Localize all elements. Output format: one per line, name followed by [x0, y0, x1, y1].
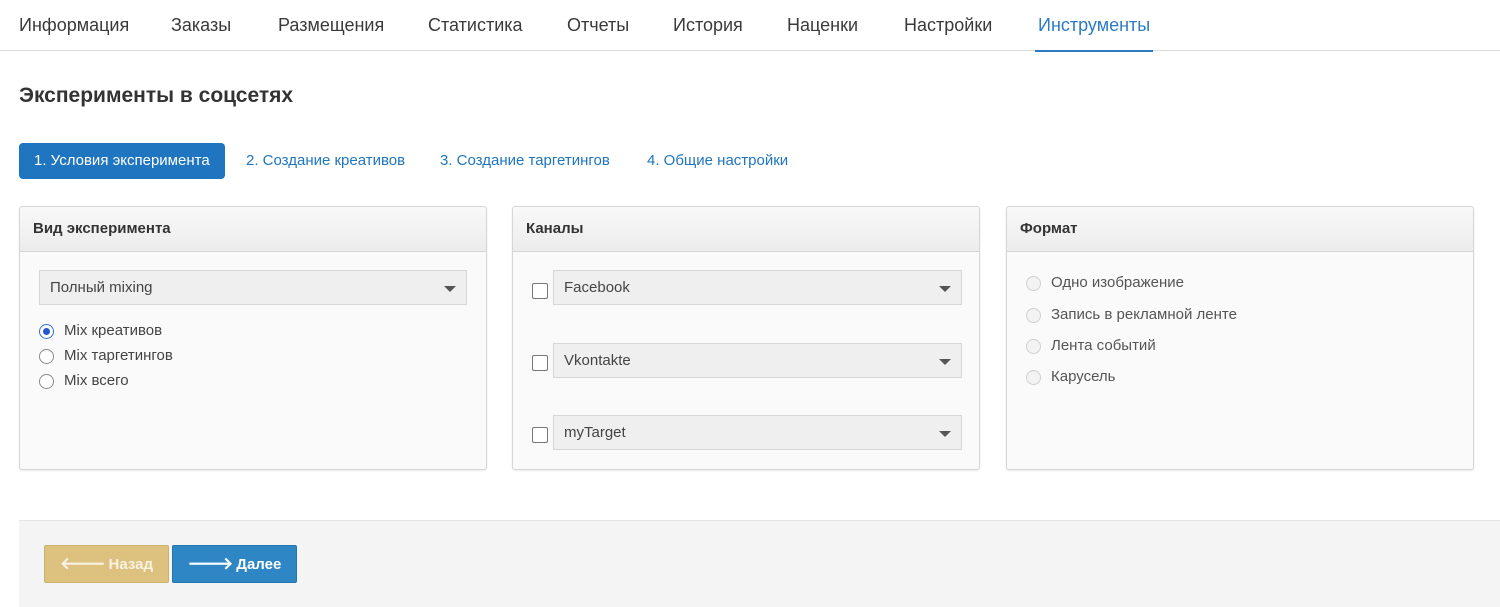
experiment-type-panel: Вид эксперимента Полный mixing Mix креат… — [19, 206, 487, 470]
channel-select-value: Vkontakte — [564, 352, 631, 369]
format-panel: Формат Одно изображение Запись в рекламн… — [1006, 206, 1474, 470]
tab-markups[interactable]: Наценки — [784, 0, 861, 51]
back-button[interactable]: 🡐 Назад — [44, 545, 169, 583]
radio-icon[interactable] — [1026, 308, 1041, 323]
radio-icon[interactable] — [1026, 276, 1041, 291]
chevron-down-icon — [939, 359, 951, 365]
tab-placements[interactable]: Размещения — [275, 0, 387, 51]
channel-select-value: Facebook — [564, 279, 630, 296]
back-button-label: Назад — [108, 556, 154, 573]
radio-label: Mix креативов — [64, 322, 163, 339]
experiment-type-title: Вид эксперимента — [20, 207, 486, 252]
tab-reports[interactable]: Отчеты — [564, 0, 632, 51]
channel-mytarget-checkbox[interactable] — [532, 427, 548, 443]
chevron-down-icon — [444, 286, 456, 292]
next-button-label: Далее — [236, 556, 282, 573]
step-targetings[interactable]: 3. Создание таргетингов — [440, 143, 610, 179]
tab-tools[interactable]: Инструменты — [1035, 0, 1154, 52]
channel-select-value: myTarget — [564, 424, 626, 441]
experiment-type-select[interactable]: Полный mixing — [39, 270, 467, 305]
format-title: Формат — [1007, 207, 1473, 252]
page-title: Эксперименты в соцсетях — [19, 84, 294, 107]
step-creatives[interactable]: 2. Создание креативов — [246, 143, 405, 179]
chevron-down-icon — [939, 286, 951, 292]
radio-label: Одно изображение — [1051, 274, 1184, 291]
radio-icon[interactable] — [1026, 370, 1041, 385]
step-general-settings[interactable]: 4. Общие настройки — [647, 143, 788, 179]
channel-vkontakte-checkbox[interactable] — [532, 355, 548, 371]
channel-vkontakte-select[interactable]: Vkontakte — [553, 343, 962, 378]
tab-orders[interactable]: Заказы — [168, 0, 234, 51]
radio-label: Лента событий — [1051, 337, 1156, 354]
tab-settings[interactable]: Настройки — [901, 0, 995, 51]
next-button[interactable]: 🡒 Далее — [172, 545, 297, 583]
radio-label: Mix всего — [64, 372, 129, 389]
radio-icon[interactable] — [39, 349, 54, 364]
radio-icon[interactable] — [39, 374, 54, 389]
radio-label: Запись в рекламной ленте — [1051, 306, 1237, 323]
radio-label: Mix таргетингов — [64, 347, 173, 364]
channels-panel: Каналы Facebook Vkontakte myTarget — [512, 206, 980, 470]
chevron-down-icon — [939, 431, 951, 437]
tab-history[interactable]: История — [670, 0, 746, 51]
main-tabs: Информация Заказы Размещения Статистика … — [0, 0, 1500, 52]
arrow-right-icon: 🡒 — [187, 554, 234, 573]
channel-mytarget-select[interactable]: myTarget — [553, 415, 962, 450]
step-conditions[interactable]: 1. Условия эксперимента — [19, 143, 225, 179]
experiment-type-select-value: Полный mixing — [50, 279, 153, 296]
radio-label: Карусель — [1051, 368, 1116, 385]
channel-facebook-checkbox[interactable] — [532, 283, 548, 299]
radio-icon[interactable] — [1026, 339, 1041, 354]
tab-statistics[interactable]: Статистика — [425, 0, 526, 51]
wizard-footer: 🡐 Назад 🡒 Далее — [19, 520, 1500, 607]
radio-checked-icon[interactable] — [39, 324, 54, 339]
tab-info[interactable]: Информация — [16, 0, 132, 51]
arrow-left-icon: 🡐 — [59, 554, 106, 573]
channel-facebook-select[interactable]: Facebook — [553, 270, 962, 305]
channels-title: Каналы — [513, 207, 979, 252]
